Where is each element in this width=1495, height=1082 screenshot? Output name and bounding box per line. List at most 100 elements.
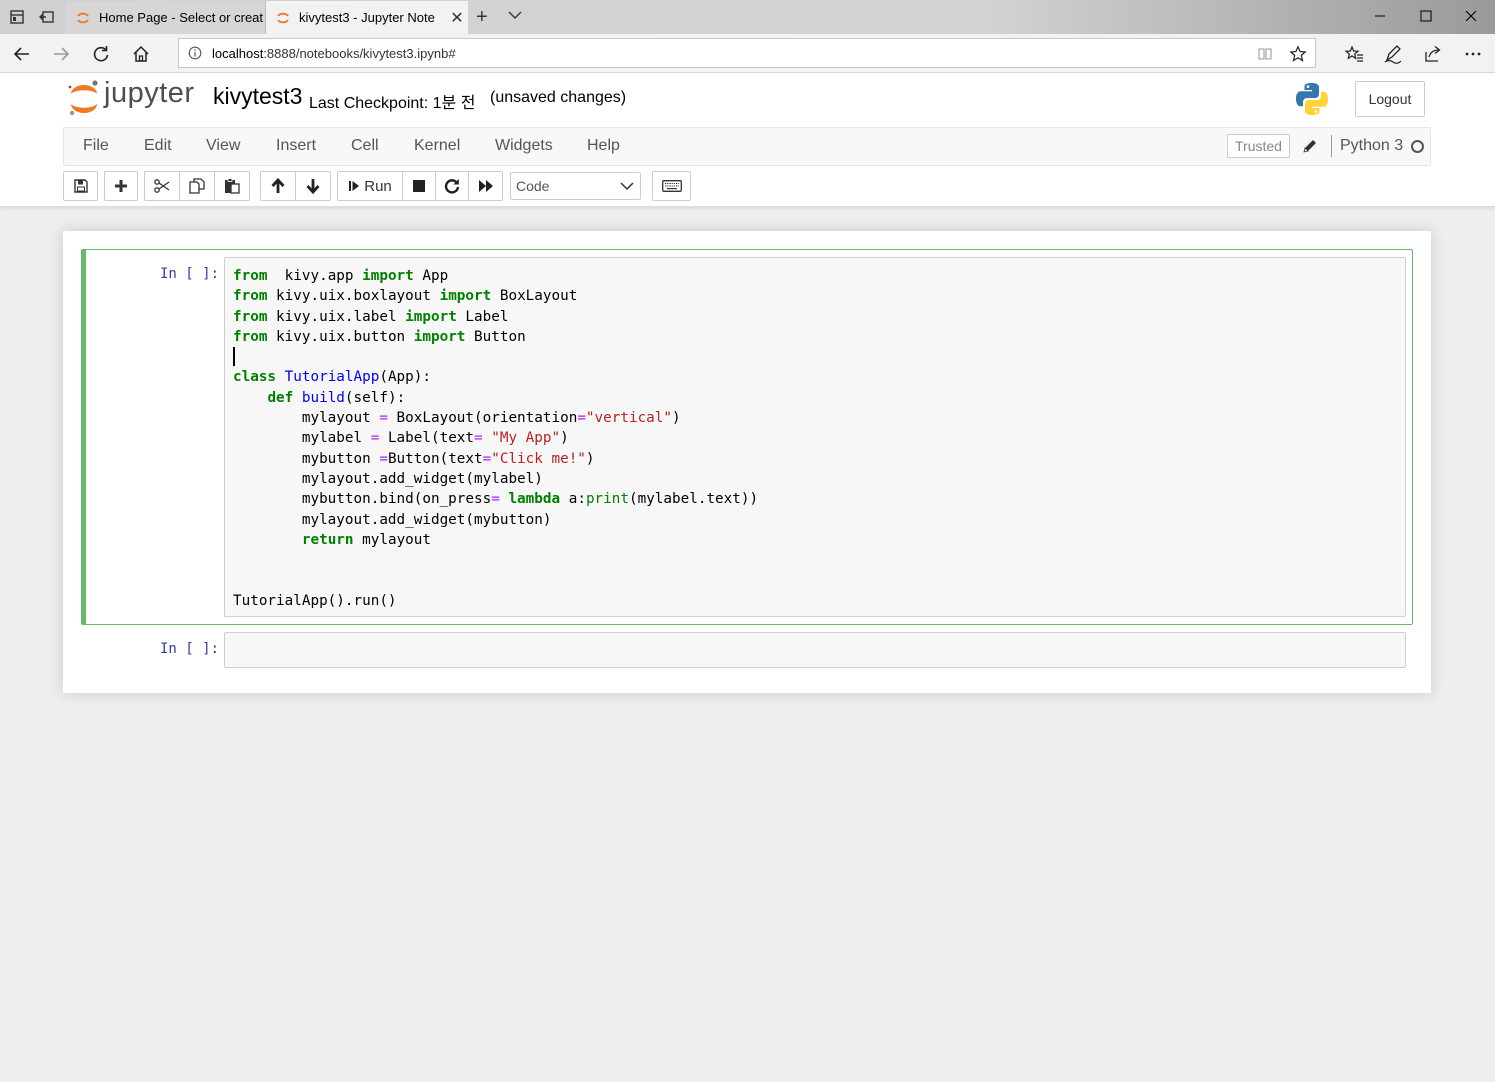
code-line: TutorialApp().run() — [233, 592, 397, 609]
input-prompt: In [ ]: — [160, 641, 220, 657]
jupyter-favicon-icon — [277, 12, 289, 23]
code-line: mylabel = Label(text= "My App") — [233, 430, 569, 447]
move-up-button[interactable] — [260, 171, 296, 201]
input-prompt: In [ ]: — [160, 266, 220, 282]
step-forward-icon — [349, 181, 360, 191]
text-cursor — [233, 347, 235, 366]
paste-button[interactable] — [214, 171, 250, 201]
empty-code-cell-editor[interactable] — [224, 632, 1406, 668]
python-logo-icon — [1296, 83, 1328, 115]
menu-kernel[interactable]: Kernel — [414, 137, 460, 155]
fast-forward-icon — [478, 180, 493, 192]
code-line: from kivy.uix.button import Button — [233, 328, 526, 345]
stop-icon — [413, 180, 425, 192]
more-options-icon[interactable] — [1463, 44, 1483, 64]
browser-tab-bar: Home Page - Select or creat kivytest3 - … — [0, 0, 1495, 34]
tab-preview-icon[interactable] — [8, 8, 26, 26]
jupyter-header: jupyter kivytest3 Last Checkpoint: 1분 전 … — [0, 73, 1495, 207]
menu-cell[interactable]: Cell — [351, 137, 379, 155]
floppy-disk-icon — [73, 179, 88, 193]
refresh-icon[interactable] — [91, 44, 111, 64]
code-line: mybutton =Button(text="Click me!") — [233, 450, 595, 467]
code-line: from kivy.app import App — [233, 268, 449, 284]
code-line: mybutton.bind(on_press= lambda a:print(m… — [233, 491, 759, 508]
address-input[interactable]: localhost:8888/notebooks/kivytest3.ipynb… — [178, 38, 1316, 68]
save-button[interactable] — [63, 171, 98, 201]
menu-file[interactable]: File — [83, 137, 109, 155]
interrupt-button[interactable] — [402, 171, 436, 201]
autosave-status: (unsaved changes) — [490, 89, 627, 106]
favorite-star-icon[interactable] — [1289, 45, 1307, 63]
jupyter-favicon-icon — [77, 12, 89, 23]
chevron-down-icon[interactable] — [508, 10, 522, 20]
home-icon[interactable] — [131, 44, 151, 64]
code-line: class TutorialApp(App): — [233, 369, 431, 386]
menu-widgets[interactable]: Widgets — [495, 137, 553, 155]
forward-arrow-icon[interactable] — [51, 44, 71, 64]
arrow-down-icon — [306, 179, 320, 194]
plus-icon — [115, 180, 127, 192]
set-aside-tabs-icon[interactable] — [38, 8, 56, 26]
tab-home-page[interactable]: Home Page - Select or creat — [66, 1, 266, 34]
favorites-hub-icon[interactable] — [1344, 44, 1364, 64]
minimize-icon[interactable] — [1372, 8, 1388, 24]
share-icon[interactable] — [1423, 44, 1443, 64]
move-down-button[interactable] — [295, 171, 331, 201]
code-line: mylayout.add_widget(mylabel) — [233, 470, 543, 487]
run-label: Run — [364, 177, 392, 195]
reading-view-icon[interactable] — [1257, 46, 1273, 62]
jupyter-logo-icon[interactable] — [66, 79, 102, 119]
tab-title: kivytest3 - Jupyter Note — [299, 10, 435, 25]
menubar: File Edit View Insert Cell Kernel Widget… — [63, 127, 1431, 166]
menu-insert[interactable]: Insert — [276, 137, 316, 155]
maximize-icon[interactable] — [1418, 8, 1434, 24]
jupyter-logo-text[interactable]: jupyter — [104, 77, 195, 110]
close-tab-icon[interactable]: ✕ — [446, 8, 468, 28]
pencil-icon[interactable] — [1302, 138, 1318, 154]
trusted-indicator[interactable]: Trusted — [1227, 134, 1290, 158]
keyboard-icon — [661, 180, 682, 192]
restart-kernel-button[interactable] — [435, 171, 469, 201]
last-checkpoint: Last Checkpoint: 1분 전 — [309, 95, 476, 112]
command-palette-button[interactable] — [652, 171, 691, 201]
cell-type-select[interactable]: Code — [510, 172, 641, 200]
menu-view[interactable]: View — [206, 137, 240, 155]
code-line: mylayout.add_widget(mybutton) — [233, 511, 552, 528]
code-line: def build(self): — [267, 389, 406, 406]
url-text: localhost:8888/notebooks/kivytest3.ipynb… — [212, 45, 456, 61]
copy-icon — [189, 178, 205, 194]
notebook-container: In [ ]: from kivy.app import App from kiv… — [63, 231, 1431, 693]
logout-button[interactable]: Logout — [1355, 81, 1425, 117]
arrow-up-icon — [271, 178, 285, 193]
kernel-name[interactable]: Python 3 — [1340, 137, 1403, 155]
code-cell-editor[interactable]: from kivy.app import App from kivy.uix.bo… — [224, 257, 1406, 617]
restart-icon — [444, 179, 460, 194]
cell-type-value: Code — [516, 178, 550, 194]
insert-cell-button[interactable] — [104, 171, 138, 201]
info-icon[interactable] — [188, 46, 202, 60]
code-line: from kivy.uix.label import Label — [233, 308, 509, 325]
menu-help[interactable]: Help — [587, 137, 620, 155]
menu-edit[interactable]: Edit — [144, 137, 172, 155]
code-line: return mylayout — [301, 531, 431, 548]
scissors-icon — [154, 179, 170, 193]
back-arrow-icon[interactable] — [12, 44, 32, 64]
browser-address-bar: localhost:8888/notebooks/kivytest3.ipynb… — [0, 34, 1495, 73]
close-window-icon[interactable] — [1463, 8, 1479, 24]
code-line: mylayout = BoxLayout(orientation="vertic… — [233, 410, 681, 427]
paste-icon — [225, 178, 240, 194]
copy-button[interactable] — [179, 171, 215, 201]
cut-button[interactable] — [144, 171, 180, 201]
tab-title: Home Page - Select or creat — [99, 10, 264, 25]
kernel-idle-indicator-icon — [1411, 140, 1424, 153]
run-button[interactable]: Run — [337, 171, 403, 201]
web-note-pen-icon[interactable] — [1383, 44, 1403, 64]
chevron-down-icon — [620, 182, 634, 191]
new-tab-icon[interactable]: + — [476, 6, 488, 29]
notebook-name[interactable]: kivytest3 — [213, 83, 302, 110]
restart-run-all-button[interactable] — [468, 171, 503, 201]
tab-kivytest3[interactable]: kivytest3 - Jupyter Note ✕ — [266, 1, 468, 34]
